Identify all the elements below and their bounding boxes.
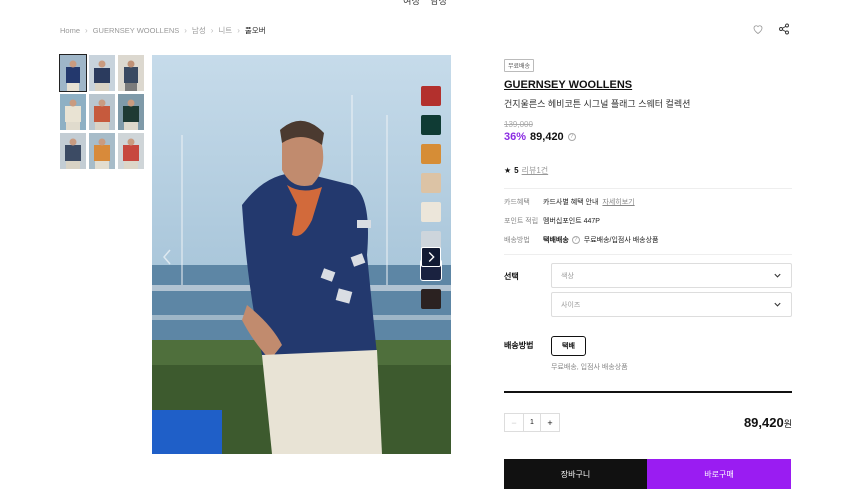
quantity-row: − 1 + 89,420원	[504, 413, 792, 432]
thumbnail[interactable]	[89, 94, 115, 130]
color-swatch[interactable]	[421, 289, 441, 309]
rating: ★ 5 리뷰1건	[504, 165, 792, 176]
divider	[504, 254, 792, 255]
color-swatch[interactable]	[421, 115, 441, 135]
parcel-delivery-button[interactable]: 택배	[551, 336, 586, 356]
product-info: 무료배송 GUERNSEY WOOLLENS 건지울른스 헤비코튼 시그널 플래…	[504, 55, 792, 489]
thumbnail[interactable]	[60, 133, 86, 169]
card-benefit-label: 카드혜택	[504, 199, 530, 206]
shipping-row: 배송방법 택배 무료배송, 입점사 배송상품	[504, 335, 792, 372]
thumbnail[interactable]	[89, 55, 115, 91]
review-link[interactable]: 리뷰1건	[522, 165, 549, 176]
share-icon[interactable]	[778, 23, 790, 35]
sale-price: 89,420	[530, 131, 564, 143]
quantity-stepper: − 1 +	[504, 413, 560, 432]
thumbnail[interactable]	[118, 55, 144, 91]
point-value: 멤버십포인트 447P	[543, 218, 600, 225]
details-link[interactable]: 자세히보기	[602, 197, 634, 207]
size-select[interactable]: 사이즈	[551, 292, 792, 317]
size-select-placeholder: 사이즈	[561, 301, 581, 309]
option-row: 선택 색상 사이즈	[504, 263, 792, 321]
thumbnail-grid	[59, 54, 144, 169]
currency-unit: 원	[783, 419, 792, 429]
thumbnail[interactable]	[118, 94, 144, 130]
star-icon: ★	[504, 166, 512, 175]
breadcrumb-current[interactable]: 풀오버	[245, 25, 266, 36]
divider	[504, 391, 792, 393]
thumbnail[interactable]	[59, 54, 87, 92]
breadcrumb-men[interactable]: 남성	[192, 25, 206, 36]
chevron-right-icon: ›	[85, 26, 88, 35]
decrease-button[interactable]: −	[505, 414, 523, 431]
chevron-left-icon[interactable]	[160, 247, 174, 267]
quantity-value[interactable]: 1	[523, 414, 541, 431]
nav-women[interactable]: 여성	[403, 0, 420, 6]
color-select-placeholder: 색상	[561, 272, 574, 280]
buy-now-button[interactable]: 바로구매	[647, 459, 791, 489]
purchase-buttons: 장바구니 바로구매	[504, 459, 792, 489]
breadcrumb: Home › GUERNSEY WOOLLENS › 남성 › 니트 › 풀오버	[60, 25, 266, 36]
delivery-label: 배송방법	[504, 237, 530, 244]
color-select[interactable]: 색상	[551, 263, 792, 288]
chevron-right-icon: ›	[210, 26, 214, 35]
color-swatch[interactable]	[421, 202, 441, 222]
rating-score: 5	[514, 166, 519, 175]
breadcrumb-home[interactable]: Home	[60, 26, 80, 35]
question-icon[interactable]: ?	[567, 133, 576, 141]
total-amount: 89,420	[743, 415, 784, 430]
chevron-right-icon[interactable]	[421, 247, 441, 267]
card-benefit-value: 카드사별 혜택 안내	[543, 199, 599, 206]
thumbnail[interactable]	[60, 94, 86, 130]
product-main-image[interactable]	[152, 55, 451, 454]
delivery-type: 택배배송	[543, 237, 569, 244]
price-row: 36% 89,420 ?	[504, 131, 792, 143]
color-swatch[interactable]	[421, 144, 441, 164]
thumbnail[interactable]	[89, 133, 115, 169]
card-benefit-row: 카드혜택 카드사별 혜택 안내 자세히보기	[504, 197, 792, 207]
thumbnail[interactable]	[118, 133, 144, 169]
chevron-down-icon	[774, 302, 781, 307]
delivery-row: 배송방법 택배배송 ? 무료배송/입점사 배송상품	[504, 235, 792, 245]
brand-name[interactable]: GUERNSEY WOOLLENS	[504, 79, 792, 91]
option-label: 선택	[504, 272, 519, 281]
product-name: 건지울른스 헤비코튼 시그널 플래그 스웨터 컬렉션	[504, 99, 691, 109]
breadcrumb-brand[interactable]: GUERNSEY WOOLLENS	[93, 26, 180, 35]
color-swatch[interactable]	[421, 173, 441, 193]
point-row: 포인트 적립 멤버십포인트 447P	[504, 216, 792, 226]
chevron-down-icon	[774, 273, 781, 278]
nav-men[interactable]: 남성	[430, 0, 447, 6]
add-to-cart-button[interactable]: 장바구니	[504, 459, 647, 489]
color-swatches	[420, 86, 442, 309]
question-icon[interactable]: ?	[571, 236, 580, 244]
divider	[504, 188, 792, 189]
free-shipping-badge: 무료배송	[504, 59, 535, 72]
delivery-value: 무료배송/입점사 배송상품	[583, 237, 659, 244]
original-price: 139,000	[504, 120, 533, 129]
chevron-right-icon: ›	[237, 26, 240, 35]
chevron-right-icon: ›	[184, 26, 187, 35]
heart-icon[interactable]	[752, 23, 764, 35]
option-selects: 색상 사이즈	[551, 263, 792, 321]
top-nav: 여성 남성	[0, 0, 850, 7]
shipping-note: 무료배송, 입점사 배송상품	[551, 364, 628, 371]
shipping-options: 택배 무료배송, 입점사 배송상품	[551, 335, 628, 372]
breadcrumb-knit[interactable]: 니트	[218, 25, 232, 36]
shipping-label: 배송방법	[504, 341, 534, 350]
total-price: 89,420원	[744, 415, 792, 430]
color-swatch[interactable]	[421, 86, 441, 106]
top-actions	[752, 23, 790, 35]
point-label: 포인트 적립	[504, 218, 539, 225]
discount-rate: 36%	[504, 131, 527, 143]
increase-button[interactable]: +	[541, 414, 559, 431]
